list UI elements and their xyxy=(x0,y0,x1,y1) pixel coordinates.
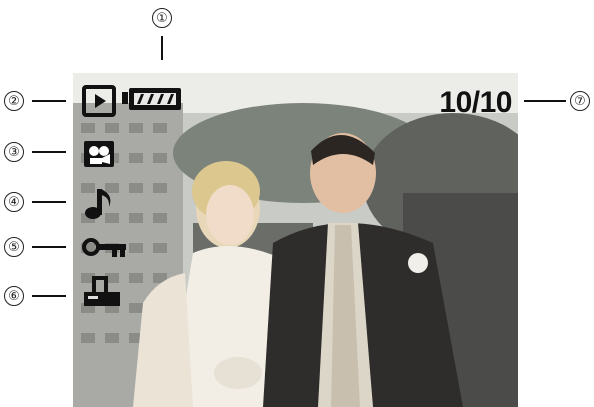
callout-6: ⑥ xyxy=(4,286,24,306)
callout-5: ⑤ xyxy=(4,237,24,257)
callout-2: ② xyxy=(4,91,24,111)
play-mode-icon xyxy=(82,85,116,117)
voice-memo-icon xyxy=(85,189,111,219)
callout-1: ① xyxy=(152,8,172,28)
callout-7: ⑦ xyxy=(570,91,590,111)
frame-counter: 10/10 xyxy=(439,86,512,119)
callout-4: ④ xyxy=(4,192,24,212)
callout-3-line xyxy=(32,151,66,153)
callout-5-line xyxy=(32,246,66,248)
dpof-print-icon xyxy=(84,276,120,306)
photo-image xyxy=(73,73,518,407)
callout-1-line xyxy=(161,36,163,60)
callout-4-line xyxy=(32,201,66,203)
callout-7-line xyxy=(524,100,566,102)
callout-2-line xyxy=(32,100,66,102)
protect-key-icon xyxy=(82,238,126,257)
playback-screen: 10/10 xyxy=(73,73,518,407)
callout-6-line xyxy=(32,295,66,297)
movie-clip-icon xyxy=(84,141,114,167)
battery-icon xyxy=(122,88,181,110)
callout-3: ③ xyxy=(4,142,24,162)
